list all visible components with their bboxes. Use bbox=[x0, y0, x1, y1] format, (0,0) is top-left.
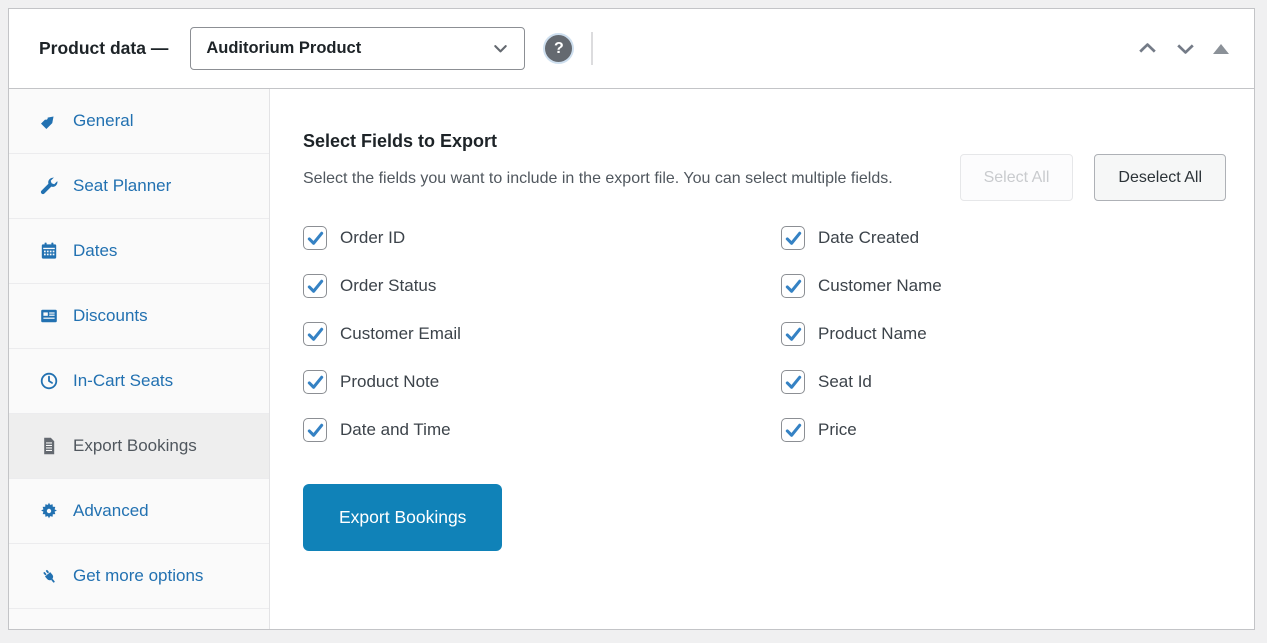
field-checkbox[interactable] bbox=[303, 322, 327, 346]
wrench-icon bbox=[39, 176, 59, 196]
export-bookings-button[interactable]: Export Bookings bbox=[303, 484, 503, 551]
sidebar-tab-advanced[interactable]: Advanced bbox=[9, 479, 269, 544]
sidebar-tab-general[interactable]: General bbox=[9, 89, 269, 154]
field-checkbox[interactable] bbox=[303, 274, 327, 298]
card-icon bbox=[39, 306, 59, 326]
section-description: Select the fields you want to include in… bbox=[303, 170, 893, 187]
export-field-row: Date and Time bbox=[303, 418, 781, 442]
metabox-header: Product data — Auditorium Product ? bbox=[9, 9, 1254, 89]
field-checkbox[interactable] bbox=[781, 226, 805, 250]
field-checkbox[interactable] bbox=[303, 226, 327, 250]
product-type-selected-value: Auditorium Product bbox=[206, 39, 362, 57]
fields-column-right: Date Created Customer Name Product Name … bbox=[781, 226, 1226, 466]
checkmark-icon bbox=[785, 375, 801, 389]
product-data-metabox: Product data — Auditorium Product ? Gene… bbox=[8, 8, 1255, 630]
export-field-row: Product Note bbox=[303, 370, 781, 394]
checkmark-icon bbox=[307, 375, 323, 389]
move-up-button[interactable] bbox=[1128, 33, 1166, 65]
sidebar-tab-seat-planner[interactable]: Seat Planner bbox=[9, 154, 269, 219]
field-label[interactable]: Product Note bbox=[340, 372, 439, 392]
header-divider bbox=[591, 32, 594, 65]
document-icon bbox=[39, 436, 59, 456]
chevron-up-icon bbox=[1138, 43, 1156, 53]
chevron-down-icon bbox=[494, 45, 508, 53]
plug-icon bbox=[39, 566, 59, 586]
export-field-row: Price bbox=[781, 418, 1226, 442]
export-field-row: Order Status bbox=[303, 274, 781, 298]
panel-header-row: Select Fields to Export Select the field… bbox=[303, 131, 1226, 201]
sidebar-tab-discounts[interactable]: Discounts bbox=[9, 284, 269, 349]
deselect-all-button[interactable]: Deselect All bbox=[1094, 154, 1226, 201]
product-type-select[interactable]: Auditorium Product bbox=[190, 27, 526, 70]
clock-icon bbox=[39, 371, 59, 391]
help-glyph: ? bbox=[553, 39, 564, 57]
sidebar-tab-dates[interactable]: Dates bbox=[9, 219, 269, 284]
gear-icon bbox=[39, 501, 59, 521]
export-field-row: Product Name bbox=[781, 322, 1226, 346]
field-checkbox[interactable] bbox=[303, 370, 327, 394]
field-label[interactable]: Customer Email bbox=[340, 324, 461, 344]
field-label[interactable]: Price bbox=[818, 420, 857, 440]
checkmark-icon bbox=[307, 279, 323, 293]
section-title: Select Fields to Export bbox=[303, 131, 498, 151]
handle-actions bbox=[1128, 33, 1238, 65]
export-field-row: Seat Id bbox=[781, 370, 1226, 394]
field-label[interactable]: Customer Name bbox=[818, 276, 942, 296]
calendar-icon bbox=[39, 241, 59, 261]
product-data-tabs: General Seat Planner Dates Discounts In-… bbox=[9, 89, 270, 629]
sidebar-tab-export-bookings[interactable]: Export Bookings bbox=[9, 414, 269, 479]
checkmark-icon bbox=[785, 279, 801, 293]
field-checkbox[interactable] bbox=[781, 370, 805, 394]
metabox-title: Product data — bbox=[39, 38, 169, 58]
move-down-button[interactable] bbox=[1166, 33, 1204, 65]
toggle-panel-button[interactable] bbox=[1204, 33, 1238, 65]
field-label[interactable]: Seat Id bbox=[818, 372, 872, 392]
chevron-down-icon bbox=[1176, 44, 1194, 54]
metabox-body: General Seat Planner Dates Discounts In-… bbox=[9, 89, 1254, 629]
checkmark-icon bbox=[785, 231, 801, 245]
field-label[interactable]: Date and Time bbox=[340, 420, 451, 440]
help-icon[interactable]: ? bbox=[545, 35, 573, 62]
bulk-select-buttons: Select All Deselect All bbox=[959, 154, 1226, 201]
field-checkbox[interactable] bbox=[781, 274, 805, 298]
field-checkbox[interactable] bbox=[303, 418, 327, 442]
checkmark-icon bbox=[307, 327, 323, 341]
export-bookings-panel: Select Fields to Export Select the field… bbox=[270, 89, 1254, 629]
sidebar-tab-get-more-options[interactable]: Get more options bbox=[9, 544, 269, 609]
checkmark-icon bbox=[785, 423, 801, 437]
checkmark-icon bbox=[307, 231, 323, 245]
export-field-row: Order ID bbox=[303, 226, 781, 250]
field-label[interactable]: Order Status bbox=[340, 276, 436, 296]
select-all-button[interactable]: Select All bbox=[959, 154, 1074, 201]
checkmark-icon bbox=[307, 423, 323, 437]
tag-icon bbox=[39, 111, 59, 131]
export-field-row: Date Created bbox=[781, 226, 1226, 250]
export-fields-grid: Order ID Order Status Customer Email Pro… bbox=[303, 226, 1226, 466]
field-checkbox[interactable] bbox=[781, 322, 805, 346]
export-field-row: Customer Email bbox=[303, 322, 781, 346]
field-checkbox[interactable] bbox=[781, 418, 805, 442]
export-field-row: Customer Name bbox=[781, 274, 1226, 298]
fields-column-left: Order ID Order Status Customer Email Pro… bbox=[303, 226, 781, 466]
field-label[interactable]: Date Created bbox=[818, 228, 919, 248]
field-label[interactable]: Product Name bbox=[818, 324, 927, 344]
triangle-up-icon bbox=[1213, 43, 1229, 54]
sidebar-tab-in-cart-seats[interactable]: In-Cart Seats bbox=[9, 349, 269, 414]
checkmark-icon bbox=[785, 327, 801, 341]
field-label[interactable]: Order ID bbox=[340, 228, 405, 248]
